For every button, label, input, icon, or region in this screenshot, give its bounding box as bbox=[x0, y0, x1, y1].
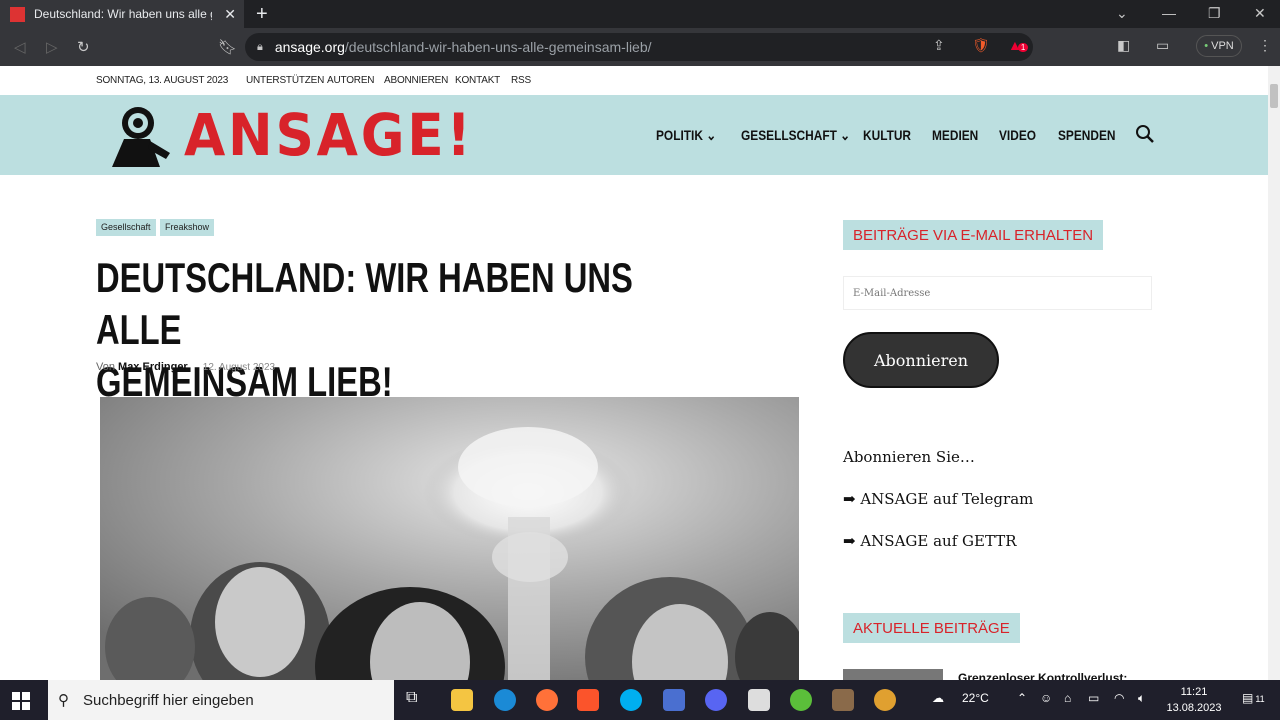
forward-arrow-icon[interactable]: ▷ bbox=[46, 38, 58, 56]
photo-app-icon[interactable] bbox=[832, 689, 854, 711]
site-topbar: SONNTAG, 13. AUGUST 2023 UNTERSTÜTZEN AU… bbox=[0, 66, 1268, 95]
green-app-icon[interactable] bbox=[790, 689, 812, 711]
vpn-label: VPN bbox=[1211, 40, 1234, 52]
nav-spenden[interactable]: SPENDEN bbox=[1058, 127, 1116, 143]
wallet-icon[interactable]: ▭ bbox=[1156, 37, 1169, 54]
tray-chevron-icon[interactable]: ⌃ bbox=[1017, 691, 1027, 705]
clock-time: 11:21 bbox=[1180, 686, 1208, 698]
file-explorer-icon[interactable] bbox=[451, 689, 473, 711]
new-tab-button[interactable]: + bbox=[256, 3, 268, 26]
nav-medien[interactable]: MEDIEN bbox=[932, 127, 978, 143]
article-byline: Von Max Erdinger 12. August 2023 bbox=[96, 361, 275, 373]
bookmark-icon[interactable]: 🔖︎ bbox=[218, 38, 237, 56]
skype-icon[interactable] bbox=[620, 689, 642, 711]
notifications-icon[interactable]: ▤ 11 bbox=[1242, 691, 1265, 705]
topbar-link-autoren[interactable]: AUTOREN bbox=[327, 75, 375, 86]
tab-close-icon[interactable]: ✕ bbox=[224, 6, 236, 23]
url-path: /deutschland-wir-haben-uns-alle-gemeinsa… bbox=[344, 39, 652, 55]
edge-icon[interactable] bbox=[494, 689, 516, 711]
notifications-count: 11 bbox=[1255, 694, 1265, 704]
tray-usb-icon[interactable]: ⌂ bbox=[1064, 691, 1071, 705]
brave-shields-icon[interactable]: 🛡︎ bbox=[972, 37, 990, 54]
windows-taskbar: ⚲ Suchbegriff hier eingeben ⧉ ☁ 22°C ⌃ ☺… bbox=[0, 680, 1280, 720]
site-header: ANSAGE! POLITIK ⌄ GESELLSCHAFT ⌄ KULTUR … bbox=[0, 95, 1268, 175]
search-icon[interactable] bbox=[1134, 123, 1156, 145]
discord-icon[interactable] bbox=[705, 689, 727, 711]
article-date: 12. August 2023 bbox=[202, 362, 276, 373]
category-tag-gesellschaft[interactable]: Gesellschaft bbox=[96, 219, 156, 236]
subscribe-button[interactable]: Abonnieren bbox=[843, 332, 999, 388]
tray-battery-icon[interactable]: ▭ bbox=[1088, 691, 1099, 705]
category-tag-freakshow[interactable]: Freakshow bbox=[160, 219, 215, 236]
tray-app-icon[interactable]: ☺ bbox=[1040, 691, 1052, 705]
wifi-icon[interactable]: ◠ bbox=[1114, 691, 1124, 705]
taskbar-search-placeholder: Suchbegriff hier eingeben bbox=[83, 691, 254, 709]
menu-icon[interactable]: ⋮ bbox=[1258, 37, 1272, 54]
taskbar-search-input[interactable]: ⚲ Suchbegriff hier eingeben bbox=[48, 680, 394, 720]
vpn-button[interactable]: • VPN bbox=[1196, 35, 1242, 57]
browser-tab-active[interactable]: Deutschland: Wir haben uns alle gemeinsa… bbox=[0, 0, 244, 28]
zip-app-icon[interactable] bbox=[663, 689, 685, 711]
lock-icon: 🔒︎ bbox=[257, 40, 263, 53]
maximize-button[interactable]: ❐ bbox=[1208, 5, 1221, 22]
site-favicon-icon bbox=[10, 6, 25, 22]
weather-temp[interactable]: 22°C bbox=[962, 691, 989, 705]
telegram-link[interactable]: ➡ ANSAGE auf Telegram bbox=[843, 490, 1033, 508]
email-field[interactable]: E-Mail-Adresse bbox=[843, 276, 1152, 310]
browser-toolbar: ◁ ▷ ↻ 🔖︎ 🔒︎ ansage.org/deutschland-wir-h… bbox=[0, 28, 1280, 66]
speaker-icon[interactable]: 🔈︎ bbox=[1138, 691, 1145, 706]
taskbar-clock[interactable]: 11:21 13.08.2023 bbox=[1164, 684, 1224, 716]
topbar-link-abonnieren[interactable]: ABONNIEREN bbox=[384, 75, 448, 86]
gettr-link[interactable]: ➡ ANSAGE auf GETTR bbox=[843, 532, 1017, 550]
megaphone-logo-icon[interactable] bbox=[110, 103, 174, 167]
minimize-button[interactable]: — bbox=[1162, 5, 1176, 21]
back-arrow-icon[interactable]: ◁ bbox=[14, 38, 26, 56]
taskbar-search-icon: ⚲ bbox=[58, 692, 69, 709]
sidebar-recent-title: AKTUELLE BEITRÄGE bbox=[843, 613, 1020, 643]
task-view-icon[interactable]: ⧉ bbox=[406, 689, 428, 711]
weather-icon[interactable]: ☁ bbox=[932, 691, 944, 705]
reload-icon[interactable]: ↻ bbox=[77, 38, 90, 56]
rewards-badge: 1 bbox=[1017, 43, 1029, 52]
subscribe-text: Abonnieren Sie… bbox=[843, 448, 975, 466]
brave-icon[interactable] bbox=[577, 689, 599, 711]
clock-date: 13.08.2023 bbox=[1166, 702, 1222, 714]
topbar-link-rss[interactable]: RSS bbox=[511, 75, 531, 86]
sidebar-icon[interactable]: ◧ bbox=[1117, 37, 1130, 54]
notepad-icon[interactable] bbox=[748, 689, 770, 711]
topbar-date: SONNTAG, 13. AUGUST 2023 bbox=[96, 75, 229, 86]
address-bar[interactable]: 🔒︎ ansage.org/deutschland-wir-haben-uns-… bbox=[245, 33, 1033, 61]
emoji-app-icon[interactable] bbox=[874, 689, 896, 711]
windows-start-icon[interactable] bbox=[12, 692, 30, 710]
article-hero-image bbox=[100, 397, 799, 680]
browser-tab-strip: Deutschland: Wir haben uns alle gemeinsa… bbox=[0, 0, 1280, 28]
scrollbar-thumb[interactable] bbox=[1270, 84, 1278, 108]
byline-prefix: Von bbox=[96, 361, 115, 373]
author-link[interactable]: Max Erdinger bbox=[118, 361, 188, 373]
close-window-button[interactable]: ✕ bbox=[1254, 5, 1266, 22]
headline-line-1: DEUTSCHLAND: WIR HABEN UNS ALLE bbox=[96, 254, 633, 353]
firefox-icon[interactable] bbox=[536, 689, 558, 711]
url-domain: ansage.org bbox=[274, 39, 345, 55]
share-icon[interactable]: ⇪ bbox=[933, 37, 945, 54]
page-scrollbar[interactable] bbox=[1268, 66, 1280, 680]
nav-politik[interactable]: POLITIK ⌄ bbox=[656, 127, 716, 144]
topbar-link-unterstuetzen[interactable]: UNTERSTÜTZEN bbox=[246, 75, 324, 86]
nav-video[interactable]: VIDEO bbox=[999, 127, 1036, 143]
tab-search-chevron-icon[interactable]: ⌄ bbox=[1116, 5, 1128, 22]
tab-title: Deutschland: Wir haben uns alle gemeinsa… bbox=[34, 7, 212, 21]
nav-kultur[interactable]: KULTUR bbox=[863, 127, 911, 143]
site-logo-text[interactable]: ANSAGE! bbox=[184, 101, 474, 169]
nav-gesellschaft[interactable]: GESELLSCHAFT ⌄ bbox=[741, 127, 850, 144]
article-headline: DEUTSCHLAND: WIR HABEN UNS ALLE GEMEINSA… bbox=[96, 252, 720, 408]
sidebar-email-title: BEITRÄGE VIA E-MAIL ERHALTEN bbox=[843, 220, 1104, 250]
brave-rewards-icon[interactable]: ▲1 bbox=[1008, 37, 1029, 53]
topbar-link-kontakt[interactable]: KONTAKT bbox=[455, 75, 500, 86]
